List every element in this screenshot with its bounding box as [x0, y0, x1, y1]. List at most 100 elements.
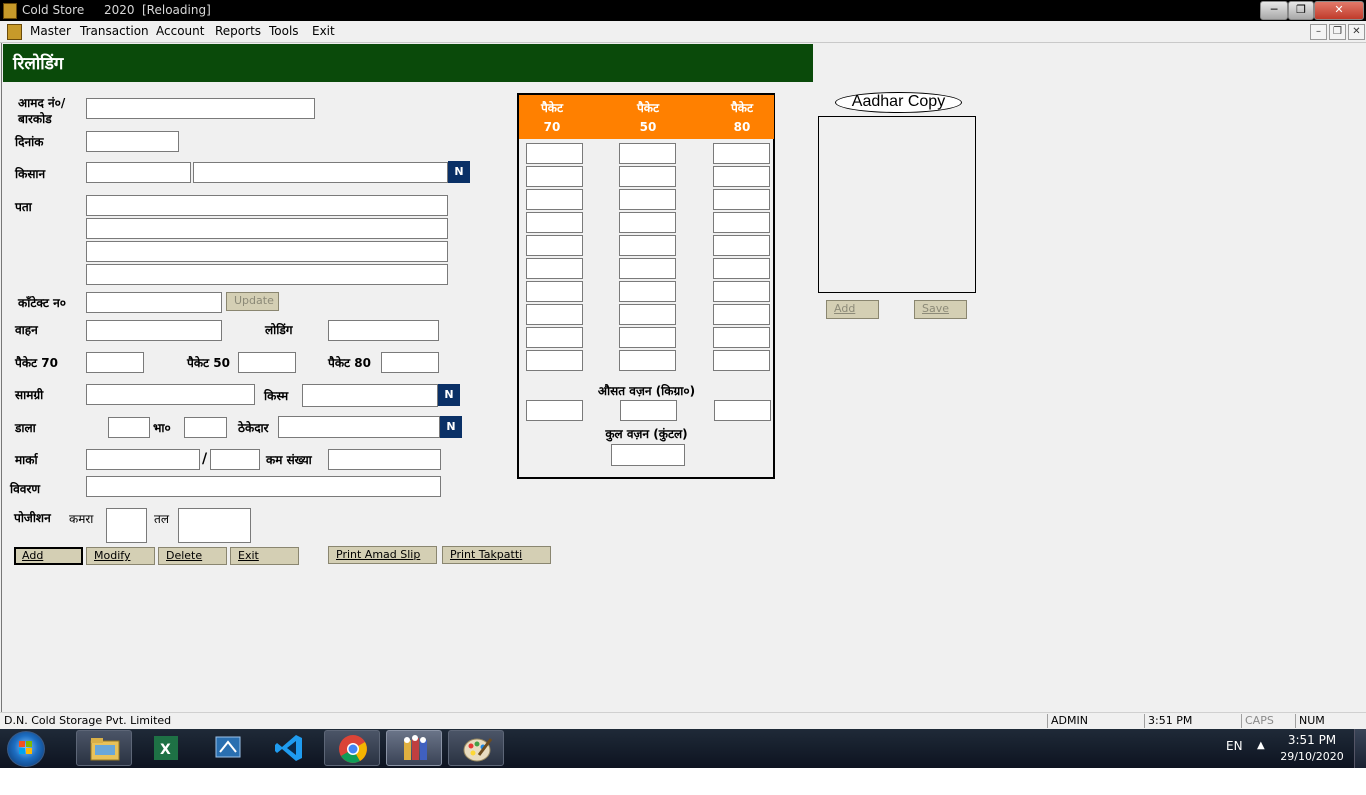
packet-70-row-input[interactable]: [526, 350, 583, 371]
packet-80-row-input[interactable]: [713, 235, 770, 256]
vivaran-input[interactable]: [86, 476, 441, 497]
vahan-input[interactable]: [86, 320, 222, 341]
samagri-input[interactable]: [86, 384, 255, 405]
sql-tool-taskbar-icon[interactable]: [200, 730, 256, 766]
address-line2-input[interactable]: [86, 218, 448, 239]
exit-button[interactable]: Exit: [230, 547, 299, 565]
packet-50-row-input[interactable]: [619, 350, 676, 371]
menu-tools[interactable]: Tools: [269, 24, 299, 38]
explorer-taskbar-icon[interactable]: [76, 730, 132, 766]
mdi-close-icon[interactable]: ✕: [1348, 24, 1365, 40]
excel-taskbar-icon[interactable]: X: [138, 730, 194, 766]
thekedar-input[interactable]: [278, 416, 440, 438]
packet-50-row-input[interactable]: [619, 143, 676, 164]
packet-80-row-input[interactable]: [713, 281, 770, 302]
packet-50-row-input[interactable]: [619, 189, 676, 210]
mdi-restore-icon[interactable]: ❐: [1329, 24, 1346, 40]
packet80-input[interactable]: [381, 352, 439, 373]
title-bar: Cold Store 2020 [Reloading] ─ ❐ ✕: [0, 0, 1366, 21]
delete-button[interactable]: Delete: [158, 547, 227, 565]
thekedar-new-button[interactable]: N: [440, 416, 462, 438]
packet-70-row-input[interactable]: [526, 327, 583, 348]
add-button[interactable]: Add: [14, 547, 83, 565]
minimize-icon[interactable]: ─: [1260, 1, 1288, 20]
loading-input[interactable]: [328, 320, 439, 341]
contact-input[interactable]: [86, 292, 222, 313]
packet-50-row-input[interactable]: [619, 212, 676, 233]
address-line3-input[interactable]: [86, 241, 448, 262]
menu-exit[interactable]: Exit: [312, 24, 335, 38]
packet-70-row-input[interactable]: [526, 143, 583, 164]
packet-50-row-input[interactable]: [619, 235, 676, 256]
close-icon[interactable]: ✕: [1314, 1, 1364, 20]
vscode-taskbar-icon[interactable]: [262, 730, 318, 766]
avg-weight-80-input[interactable]: [714, 400, 771, 421]
menu-account[interactable]: Account: [156, 24, 204, 38]
packet-80-row-input[interactable]: [713, 350, 770, 371]
aadhar-image-box[interactable]: [818, 116, 976, 293]
packet-80-row-input[interactable]: [713, 304, 770, 325]
packet-80-row-input[interactable]: [713, 166, 770, 187]
address-line4-input[interactable]: [86, 264, 448, 285]
avg-weight-50-input[interactable]: [620, 400, 677, 421]
packet-70-row-input[interactable]: [526, 189, 583, 210]
kam-sankhya-input[interactable]: [328, 449, 441, 470]
packet-80-row-input[interactable]: [713, 327, 770, 348]
packet-80-row-input[interactable]: [713, 189, 770, 210]
packet-70-row-input[interactable]: [526, 281, 583, 302]
packet-70-row-input[interactable]: [526, 235, 583, 256]
input-language[interactable]: EN: [1226, 739, 1243, 753]
coldstore-taskbar-icon[interactable]: [386, 730, 442, 766]
mdi-child-icon[interactable]: [7, 24, 22, 40]
dala-input[interactable]: [108, 417, 150, 438]
packet-80-row-input[interactable]: [713, 258, 770, 279]
aadhar-save-button[interactable]: Save: [914, 300, 967, 319]
kism-new-button[interactable]: N: [438, 384, 460, 406]
packet-panel-header: पैकेट 70 पैकेट 50 पैकेट 80: [519, 95, 774, 139]
packet-50-row-input[interactable]: [619, 258, 676, 279]
packet-50-row-input[interactable]: [619, 166, 676, 187]
marka-input[interactable]: [86, 449, 200, 470]
show-hidden-icons[interactable]: ▲: [1257, 740, 1265, 751]
packet-70-row-input[interactable]: [526, 166, 583, 187]
packet-50-row-input[interactable]: [619, 327, 676, 348]
packet-80-row-input[interactable]: [713, 143, 770, 164]
clock-time[interactable]: 3:51 PM: [1280, 733, 1344, 747]
packet-50-row-input[interactable]: [619, 304, 676, 325]
clock-date[interactable]: 29/10/2020: [1276, 750, 1348, 763]
packet-50-row-input[interactable]: [619, 281, 676, 302]
kisan-new-button[interactable]: N: [448, 161, 470, 183]
mdi-minimize-icon[interactable]: –: [1310, 24, 1327, 40]
kisan-name-input[interactable]: [193, 162, 448, 183]
packet-80-row-input[interactable]: [713, 212, 770, 233]
menu-reports[interactable]: Reports: [215, 24, 261, 38]
date-input[interactable]: [86, 131, 179, 152]
menu-master[interactable]: Master: [30, 24, 71, 38]
aadhar-add-button[interactable]: Add: [826, 300, 879, 319]
kamra-input[interactable]: [106, 508, 147, 543]
amad-no-input[interactable]: [86, 98, 315, 119]
packet-70-row-input[interactable]: [526, 304, 583, 325]
kism-input[interactable]: [302, 384, 438, 407]
packet50-input[interactable]: [238, 352, 296, 373]
print-amad-slip-button[interactable]: Print Amad Slip: [328, 546, 437, 564]
kisan-code-input[interactable]: [86, 162, 191, 183]
bhao-input[interactable]: [184, 417, 227, 438]
print-takpatti-button[interactable]: Print Takpatti: [442, 546, 551, 564]
packet-70-row-input[interactable]: [526, 258, 583, 279]
packet70-input[interactable]: [86, 352, 144, 373]
address-line1-input[interactable]: [86, 195, 448, 216]
modify-button[interactable]: Modify: [86, 547, 155, 565]
update-button[interactable]: Update: [226, 292, 279, 311]
total-weight-input[interactable]: [611, 444, 685, 466]
avg-weight-70-input[interactable]: [526, 400, 583, 421]
packet-70-row-input[interactable]: [526, 212, 583, 233]
marka-sub-input[interactable]: [210, 449, 260, 470]
paint-taskbar-icon[interactable]: [448, 730, 504, 766]
chrome-taskbar-icon[interactable]: [324, 730, 380, 766]
start-button-icon[interactable]: [7, 731, 45, 767]
tal-input[interactable]: [178, 508, 251, 543]
maximize-icon[interactable]: ❐: [1288, 1, 1314, 20]
show-desktop-button[interactable]: [1354, 729, 1366, 768]
menu-transaction[interactable]: Transaction: [80, 24, 149, 38]
